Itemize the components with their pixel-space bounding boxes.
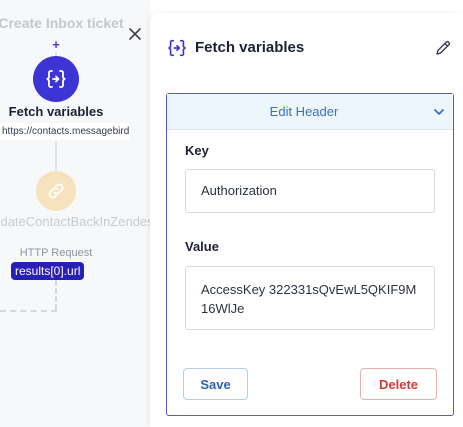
close-icon [129,28,141,40]
add-step-button[interactable]: + [50,38,62,52]
save-button[interactable]: Save [183,368,248,400]
fetch-variables-node-url: https://contacts.messagebird.com [0,123,130,140]
http-request-node-title[interactable]: updateContactBackInZendesk [0,212,150,231]
pencil-icon[interactable] [434,39,452,57]
fetch-variables-node-title[interactable]: Fetch variables [0,104,117,119]
fetch-variables-node[interactable] [33,56,79,102]
previous-node-label[interactable]: Create Inbox ticket [0,15,126,31]
key-input[interactable]: Authorization [185,169,435,213]
result-variable-tag[interactable]: results[0].url [11,262,85,280]
dashed-connector [0,310,57,312]
dashed-connector [55,280,57,310]
close-panel-button[interactable] [126,25,144,43]
connector-line [55,141,57,172]
http-request-node-type: HTTP Request [19,247,93,259]
panel-title: Fetch variables [195,39,305,56]
value-label: Value [185,239,219,254]
header-editor-card: Edit Header Key Authorization Value Acce… [166,93,454,416]
variable-braces-icon [46,70,66,88]
value-input[interactable]: AccessKey 322331sQvEwL5QKIF9M16WlJe [185,266,435,330]
variable-braces-icon [168,39,186,57]
edit-header-toggle[interactable]: Edit Header [167,94,453,130]
flow-canvas[interactable]: Create Inbox ticket + Fetch variables ht… [0,0,150,427]
chevron-down-icon [434,109,444,115]
key-label: Key [185,143,209,158]
edit-header-label: Edit Header [269,104,339,119]
link-icon [48,183,64,199]
http-request-node[interactable] [36,171,76,211]
step-settings-panel: Fetch variables Edit Header Key Authoriz… [150,13,463,427]
delete-button[interactable]: Delete [360,368,437,400]
